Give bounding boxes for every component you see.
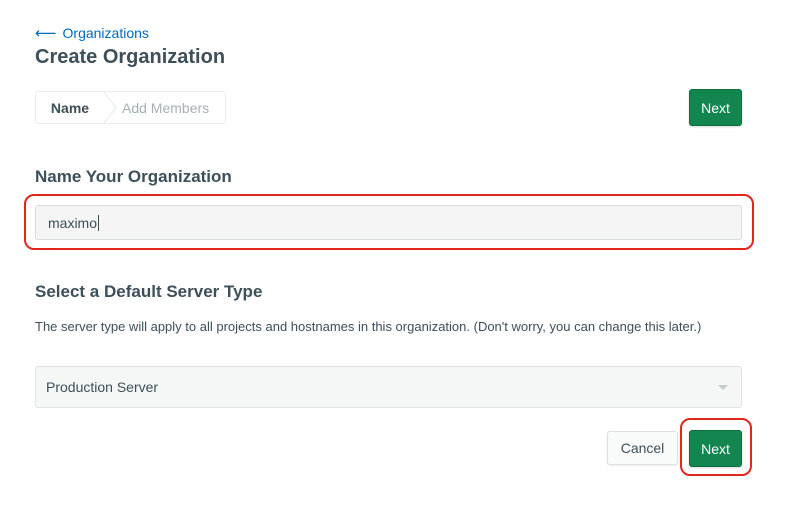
- arrow-left-icon: ⟵: [35, 24, 57, 42]
- back-link-label: Organizations: [62, 25, 149, 41]
- server-type-selected-value: Production Server: [46, 379, 159, 395]
- step-name-label: Name: [50, 99, 90, 116]
- create-organization-page: ⟵ Organizations Create Organization Name…: [0, 0, 800, 511]
- page-title: Create Organization: [35, 46, 226, 68]
- back-to-organizations-link[interactable]: ⟵ Organizations: [35, 24, 149, 42]
- step-add-members[interactable]: Add Members: [104, 92, 225, 123]
- wizard-steps: Name Add Members: [35, 91, 227, 124]
- chevron-down-icon: [718, 385, 728, 390]
- name-section-title: Name Your Organization: [35, 167, 232, 186]
- organization-name-value: maximo: [48, 214, 98, 231]
- server-type-select[interactable]: Production Server: [35, 366, 742, 408]
- server-section-title: Select a Default Server Type: [35, 282, 263, 301]
- organization-name-input[interactable]: maximo: [35, 205, 742, 240]
- step-add-members-label: Add Members: [122, 99, 210, 116]
- next-button-bottom[interactable]: Next: [689, 430, 742, 467]
- text-caret: [98, 214, 100, 231]
- cancel-button[interactable]: Cancel: [607, 431, 678, 465]
- server-type-help-text: The server type will apply to all projec…: [35, 319, 702, 334]
- next-button-top[interactable]: Next: [689, 89, 742, 126]
- step-name[interactable]: Name: [36, 92, 104, 123]
